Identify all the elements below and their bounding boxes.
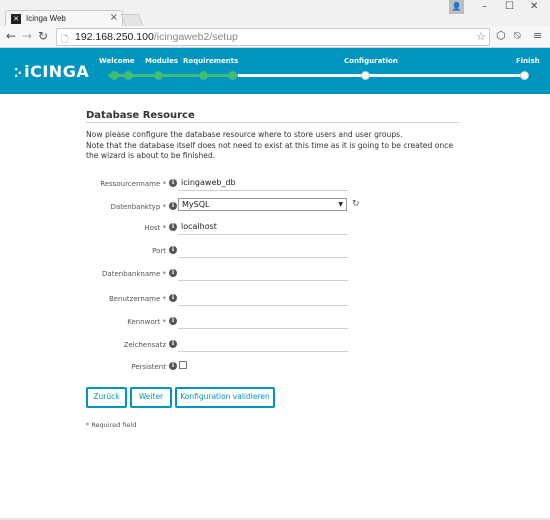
progress-remaining-bar (238, 74, 526, 77)
tab-title: Icinga Web (26, 14, 66, 23)
resource-name-label: Ressourcenname * (100, 180, 166, 188)
info-icon[interactable]: i (169, 246, 177, 254)
back-button[interactable]: Zurück (86, 387, 127, 408)
step-dot-welcome-sub (124, 71, 133, 80)
browser-tab[interactable]: ✕ Icinga Web × (5, 10, 123, 27)
user-profile-icon[interactable]: 👤 (449, 0, 464, 14)
bookmark-star-icon[interactable]: ☆ (476, 30, 486, 43)
next-button[interactable]: Weiter (130, 387, 172, 408)
port-label: Port (152, 247, 166, 255)
logo-dots-icon: ⁚· (14, 66, 22, 80)
form-row-password: Kennwort * i (0, 314, 550, 334)
intro-line-2: Note that the database itself does not n… (86, 140, 454, 161)
form-row-db-type: Datenbanktyp * i MySQL ▼ ↻ (0, 198, 550, 219)
resource-name-input[interactable]: icingaweb_db (178, 176, 348, 191)
browser-titlebar: ✕ Icinga Web × 👤 – ☐ ✕ (0, 0, 550, 27)
db-type-label: Datenbanktyp * (110, 203, 166, 211)
new-tab-button[interactable] (120, 14, 144, 26)
db-type-select[interactable]: MySQL ▼ (178, 198, 347, 211)
info-icon[interactable]: i (169, 340, 177, 348)
step-label-configuration: Configuration (344, 57, 398, 65)
step-dot-requirements (199, 71, 208, 80)
step-label-modules: Modules (145, 57, 179, 65)
icinga-header: ⁚· iCINGA Welcome Modules Requirements Co… (0, 48, 550, 94)
icinga-favicon-icon: ✕ (11, 14, 21, 24)
page-info-icon[interactable]: 🗋 (61, 32, 68, 48)
maximize-button[interactable]: ☐ (505, 1, 514, 12)
close-window-button[interactable]: ✕ (530, 1, 538, 12)
page-title: Database Resource (86, 110, 195, 121)
port-input[interactable] (178, 243, 348, 258)
host-input[interactable]: localhost (178, 220, 348, 235)
step-label-welcome: Welcome (99, 57, 135, 65)
form-row-resource-name: Ressourcenname * i icingaweb_db (0, 176, 550, 196)
info-icon[interactable]: i (169, 269, 177, 277)
required-field-note: * Required field (86, 421, 137, 429)
refresh-icon[interactable]: ↻ (352, 199, 360, 209)
menu-icon[interactable]: ≡ (533, 29, 542, 42)
extension-slash-icon[interactable]: ⍉ (514, 29, 521, 43)
tab-close-icon[interactable]: × (110, 12, 118, 23)
password-label: Kennwort * (127, 318, 166, 326)
reload-icon[interactable]: ↻ (38, 29, 48, 43)
extension-shield-icon[interactable]: ⬡ (496, 29, 506, 42)
url-host: 192.168.250.100 (75, 31, 154, 43)
username-label: Benutzername * (108, 295, 166, 303)
host-label: Host * (144, 224, 166, 232)
browser-toolbar: ← → ↻ 🗋 192.168.250.100/icingaweb2/setup… (0, 26, 550, 48)
validate-configuration-button[interactable]: Konfiguration validieren (175, 387, 275, 408)
info-icon[interactable]: i (169, 202, 177, 210)
persistent-label: Persistent (131, 363, 166, 371)
db-type-value: MySQL (182, 200, 210, 209)
db-name-label: Datenbankname * (102, 270, 166, 278)
form-row-username: Benutzername * i (0, 291, 550, 311)
info-icon[interactable]: i (169, 223, 177, 231)
step-label-finish: Finish (516, 57, 540, 65)
password-input[interactable] (178, 314, 348, 329)
form-row-port: Port i (0, 243, 550, 263)
info-icon[interactable]: i (169, 294, 177, 302)
persistent-checkbox[interactable] (179, 361, 187, 369)
step-dot-welcome (110, 71, 119, 80)
icinga-logo: ⁚· iCINGA (14, 62, 89, 81)
minimize-button[interactable]: – (482, 1, 487, 12)
url-path: /icingaweb2/setup (153, 31, 238, 43)
step-dot-requirements-sub (228, 71, 237, 80)
form-row-persistent: Persistent i (0, 359, 550, 379)
username-input[interactable] (178, 291, 348, 306)
address-bar[interactable]: 🗋 192.168.250.100/icingaweb2/setup ☆ (56, 28, 490, 46)
step-dot-finish (520, 71, 529, 80)
form-row-charset: Zeichensatz i (0, 337, 550, 357)
charset-label: Zeichensatz (123, 341, 166, 349)
url-text: 192.168.250.100/icingaweb2/setup (75, 31, 238, 43)
intro-text: Now please configure the database resour… (86, 130, 464, 162)
info-icon[interactable]: i (169, 179, 177, 187)
info-icon[interactable]: i (169, 362, 177, 370)
step-dot-modules (154, 71, 163, 80)
back-arrow-icon[interactable]: ← (6, 29, 16, 43)
form-row-host: Host * i localhost (0, 220, 550, 240)
title-divider (86, 122, 460, 123)
step-label-requirements: Requirements (183, 57, 239, 65)
intro-line-1: Now please configure the database resour… (86, 130, 403, 139)
form-row-db-name: Datenbankname * i (0, 266, 550, 286)
db-name-input[interactable] (178, 266, 348, 281)
chevron-down-icon: ▼ (338, 201, 343, 208)
forward-arrow-icon[interactable]: → (22, 29, 32, 43)
step-dot-configuration (361, 71, 370, 80)
logo-text: iCINGA (24, 62, 90, 81)
info-icon[interactable]: i (169, 317, 177, 325)
charset-input[interactable] (178, 337, 348, 352)
